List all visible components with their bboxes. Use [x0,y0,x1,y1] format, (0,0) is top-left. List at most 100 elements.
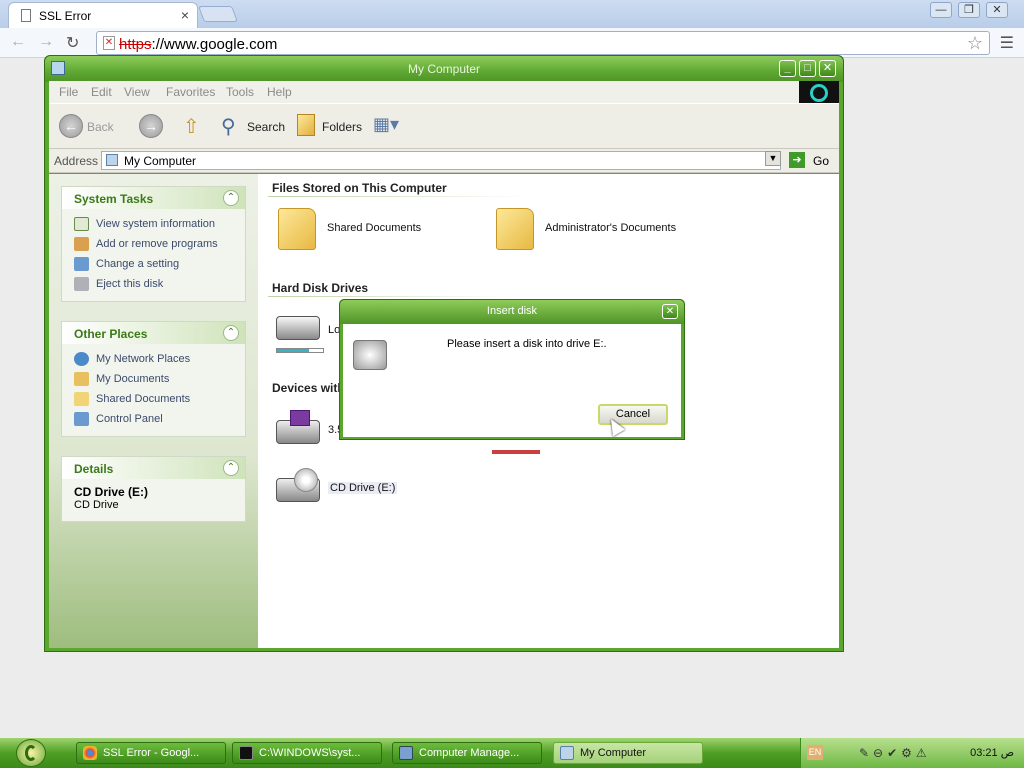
place-my-documents[interactable]: My Documents [74,370,233,390]
page-icon [21,9,31,22]
dialog-body: Please insert a disk into drive E:. Canc… [343,324,681,437]
cd-disc-icon [294,468,318,492]
other-places-title: Other Places [74,327,148,341]
folders-button[interactable]: Folders [322,120,362,134]
search-button[interactable]: Search [247,120,285,134]
task-cmd[interactable]: C:\WINDOWS\syst... [232,742,382,764]
explorer-menubar: File Edit View Favorites Tools Help [49,81,839,103]
forward-circle-icon[interactable]: → [139,114,163,138]
up-folder-icon[interactable]: ⇧ [183,114,200,139]
folder-icon [496,208,534,250]
my-documents-icon [74,372,89,386]
task-chrome[interactable]: SSL Error - Googl... [76,742,226,764]
tray-icons[interactable]: ✎⊖✔⚙⚠ [859,746,931,760]
disk-usage-bar [276,348,324,353]
restore-button[interactable]: ❐ [958,2,980,18]
task-my-computer[interactable]: My Computer [553,742,703,764]
explorer-minimize-button[interactable]: _ [779,60,796,77]
task-eject-disk[interactable]: Eject this disk [74,275,233,295]
explorer-window: My Computer _ □ ✕ File Edit View Favorit… [44,55,844,652]
start-logo-icon [25,745,37,761]
dialog-close-button[interactable]: ✕ [662,304,678,319]
new-tab-button[interactable] [198,6,238,22]
tab-close-icon[interactable]: × [181,7,189,23]
address-value: My Computer [124,154,197,168]
system-tasks-title: System Tasks [74,192,154,206]
clock: 03:21 ص [970,747,1014,759]
menu-tools[interactable]: Tools [226,85,254,99]
chrome-icon [83,746,97,760]
address-bar: Address My Computer ▼ ➜ Go [49,149,839,173]
tab-ssl-error[interactable]: SSL Error × [8,2,198,28]
disk-drive-icon [353,340,387,370]
details-item-name: CD Drive (E:) [74,485,149,499]
drive-usage-bar [492,450,540,454]
section-divider [268,296,508,297]
minimize-button[interactable]: — [930,2,952,18]
collapse-icon[interactable]: ⌃ [223,460,239,476]
other-places-header[interactable]: Other Places ⌃ [62,322,245,344]
menu-view[interactable]: View [124,85,150,99]
task-add-remove-programs[interactable]: Add or remove programs [74,235,233,255]
explorer-maximize-button[interactable]: □ [799,60,816,77]
network-places-icon [74,352,89,366]
start-button[interactable] [16,739,46,767]
task-change-setting[interactable]: Change a setting [74,255,233,275]
views-icon[interactable]: ▦▾ [373,114,399,135]
place-network[interactable]: My Network Places [74,350,233,370]
back-button[interactable]: Back [87,120,114,134]
windows-logo-icon [799,81,839,103]
hard-drive-icon [276,316,320,340]
explorer-toolbar: ← Back → ⇧ ⚲ Search Folders ▦▾ [49,103,839,149]
details-panel: Details ⌃ CD Drive (E:) CD Drive [61,456,246,522]
task-computer-management[interactable]: Computer Manage... [392,742,542,764]
admin-documents-label: Administrator's Documents [545,222,677,234]
section-hard-disks: Hard Disk Drives [272,281,369,295]
menu-help[interactable]: Help [267,85,292,99]
bookmark-star-icon[interactable]: ☆ [967,33,983,54]
back-arrow-icon[interactable]: ← [10,33,26,51]
details-header[interactable]: Details ⌃ [62,457,245,479]
address-field[interactable]: My Computer [101,151,781,170]
cmd-icon [239,746,253,760]
details-title: Details [74,462,114,476]
omnibox-url: https://www.google.com [119,36,277,53]
task-view-system-info[interactable]: View system information [74,215,233,235]
place-shared-documents[interactable]: Shared Documents [74,390,233,410]
explorer-titlebar[interactable]: My Computer _ □ ✕ [45,56,843,82]
other-places-panel: Other Places ⌃ My Network Places My Docu… [61,321,246,437]
cd-drive-item[interactable]: CD Drive (E:) [276,468,406,512]
dialog-message: Please insert a disk into drive E:. [447,338,607,350]
place-control-panel[interactable]: Control Panel [74,410,233,430]
menu-icon[interactable]: ☰ [1000,33,1014,53]
url-scheme: https [119,36,152,53]
section-divider [268,196,528,197]
close-button[interactable]: ✕ [986,2,1008,18]
system-tasks-panel: System Tasks ⌃ View system information A… [61,186,246,302]
back-circle-icon[interactable]: ← [59,114,83,138]
go-button[interactable]: Go [813,154,829,168]
browser-tabstrip: SSL Error × — ❐ ✕ [0,0,1024,28]
shared-documents-item[interactable]: Shared Documents [278,208,458,254]
menu-file[interactable]: File [59,85,78,99]
dialog-titlebar[interactable]: Insert disk ✕ [340,300,684,324]
menu-favorites[interactable]: Favorites [166,85,215,99]
address-label: Address [54,154,99,168]
reload-icon[interactable]: ↻ [66,33,79,53]
go-arrow-icon[interactable]: ➜ [789,152,805,168]
address-dropdown-icon[interactable]: ▼ [765,151,781,166]
omnibox[interactable]: ✕ https://www.google.com ☆ [96,31,990,55]
ssl-error-lock-icon: ✕ [103,36,115,50]
taskbar: SSL Error - Googl... C:\WINDOWS\syst... … [0,738,1024,768]
search-icon[interactable]: ⚲ [221,114,236,139]
collapse-icon[interactable]: ⌃ [223,190,239,206]
explorer-close-button[interactable]: ✕ [819,60,836,77]
menu-edit[interactable]: Edit [91,85,112,99]
collapse-icon[interactable]: ⌃ [223,325,239,341]
admin-documents-item[interactable]: Administrator's Documents [496,208,716,254]
folders-icon[interactable] [297,114,315,136]
forward-arrow-icon[interactable]: → [38,33,54,51]
content-pane: Files Stored on This Computer Shared Doc… [258,174,839,648]
language-indicator[interactable]: EN [807,745,823,760]
system-tasks-header[interactable]: System Tasks ⌃ [62,187,245,209]
